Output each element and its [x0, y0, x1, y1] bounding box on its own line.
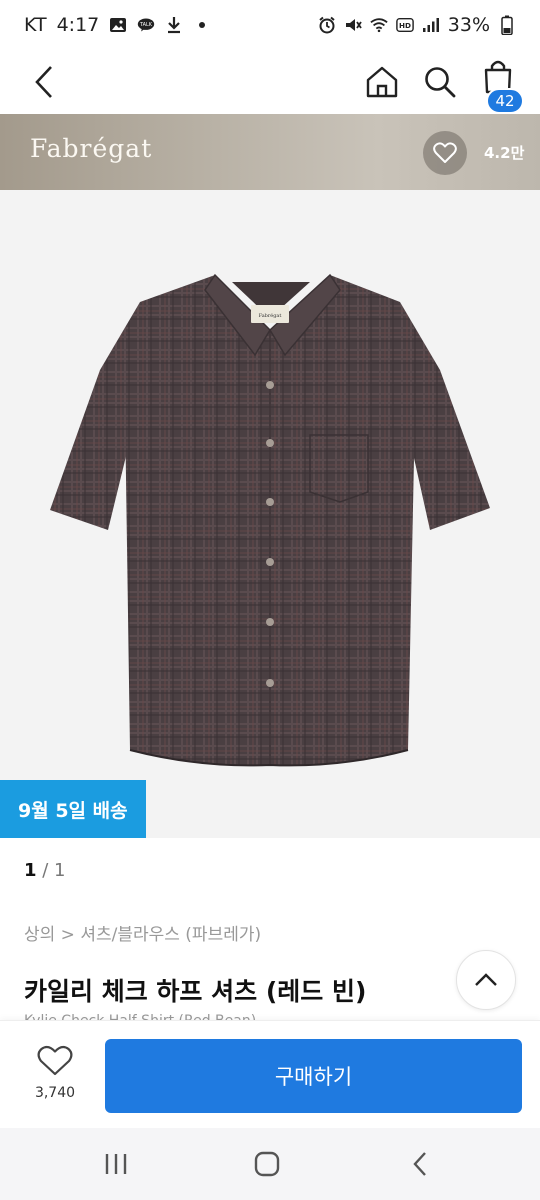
wishlist-button[interactable]: 3,740	[22, 1045, 88, 1101]
delivery-date-badge: 9월 5일 배송	[0, 780, 146, 838]
back-arrow-icon	[413, 1152, 426, 1176]
signal-icon	[422, 16, 440, 34]
clock: 4:17	[56, 14, 100, 36]
back-button[interactable]	[24, 60, 64, 104]
search-icon	[425, 67, 456, 98]
home-icon	[366, 66, 398, 98]
pager-current: 1	[24, 860, 37, 881]
wifi-icon	[370, 16, 388, 34]
shirt-label-text: Fabrégat	[259, 312, 282, 319]
buy-button[interactable]: 구매하기	[105, 1039, 522, 1113]
heart-icon	[433, 142, 457, 163]
recent-apps-icon	[105, 1154, 127, 1174]
chevron-left-icon	[35, 66, 52, 98]
hd-icon: HD	[395, 16, 414, 34]
home-circle-icon	[254, 1151, 280, 1177]
heart-icon	[37, 1045, 73, 1076]
product-title: 카일리 체크 하프 셔츠 (레드 빈)	[24, 977, 367, 1006]
battery-icon	[498, 15, 516, 35]
shirt-illustration: Fabrégat	[50, 273, 490, 767]
brand-bar[interactable]: Fabrégat 4.2만	[0, 114, 540, 190]
product-image[interactable]: Fabrégat	[0, 190, 540, 838]
back-system-button[interactable]	[400, 1148, 440, 1180]
mute-icon	[344, 16, 362, 34]
search-button[interactable]	[420, 60, 460, 104]
chevron-up-icon	[475, 973, 497, 986]
top-nav-bar: 42	[0, 50, 540, 114]
wishlist-count: 3,740	[34, 1085, 76, 1101]
pager-total: 1	[54, 860, 66, 881]
brand-name[interactable]: Fabrégat	[30, 134, 152, 163]
battery-percent: 33%	[447, 14, 490, 36]
recent-apps-button[interactable]	[96, 1148, 136, 1180]
talk-icon: TALK	[137, 16, 155, 34]
svg-text:HD: HD	[399, 21, 411, 30]
buy-bar: 3,740 구매하기	[0, 1020, 540, 1128]
cart-count-badge: 42	[486, 88, 524, 114]
home-system-button[interactable]	[247, 1148, 287, 1180]
svg-text:TALK: TALK	[139, 22, 153, 28]
scroll-to-top-button[interactable]	[456, 950, 516, 1010]
brand-like-button[interactable]	[423, 131, 467, 175]
download-icon	[165, 16, 183, 34]
alarm-icon	[318, 16, 336, 34]
brand-like-count: 4.2만	[484, 144, 525, 162]
gallery-icon	[109, 16, 127, 34]
carrier-label: KT	[24, 14, 47, 36]
system-nav-bar	[0, 1128, 540, 1200]
category-breadcrumb[interactable]: 상의 > 셔츠/블라우스 (파브레가)	[24, 920, 261, 945]
pager-separator: /	[36, 860, 55, 881]
home-button[interactable]	[362, 60, 402, 104]
image-pager: 1 / 1	[24, 860, 66, 881]
dot-icon	[193, 16, 211, 34]
status-bar: KT 4:17 TALK HD 33%	[0, 0, 540, 50]
cart-button[interactable]: 42	[476, 58, 524, 114]
